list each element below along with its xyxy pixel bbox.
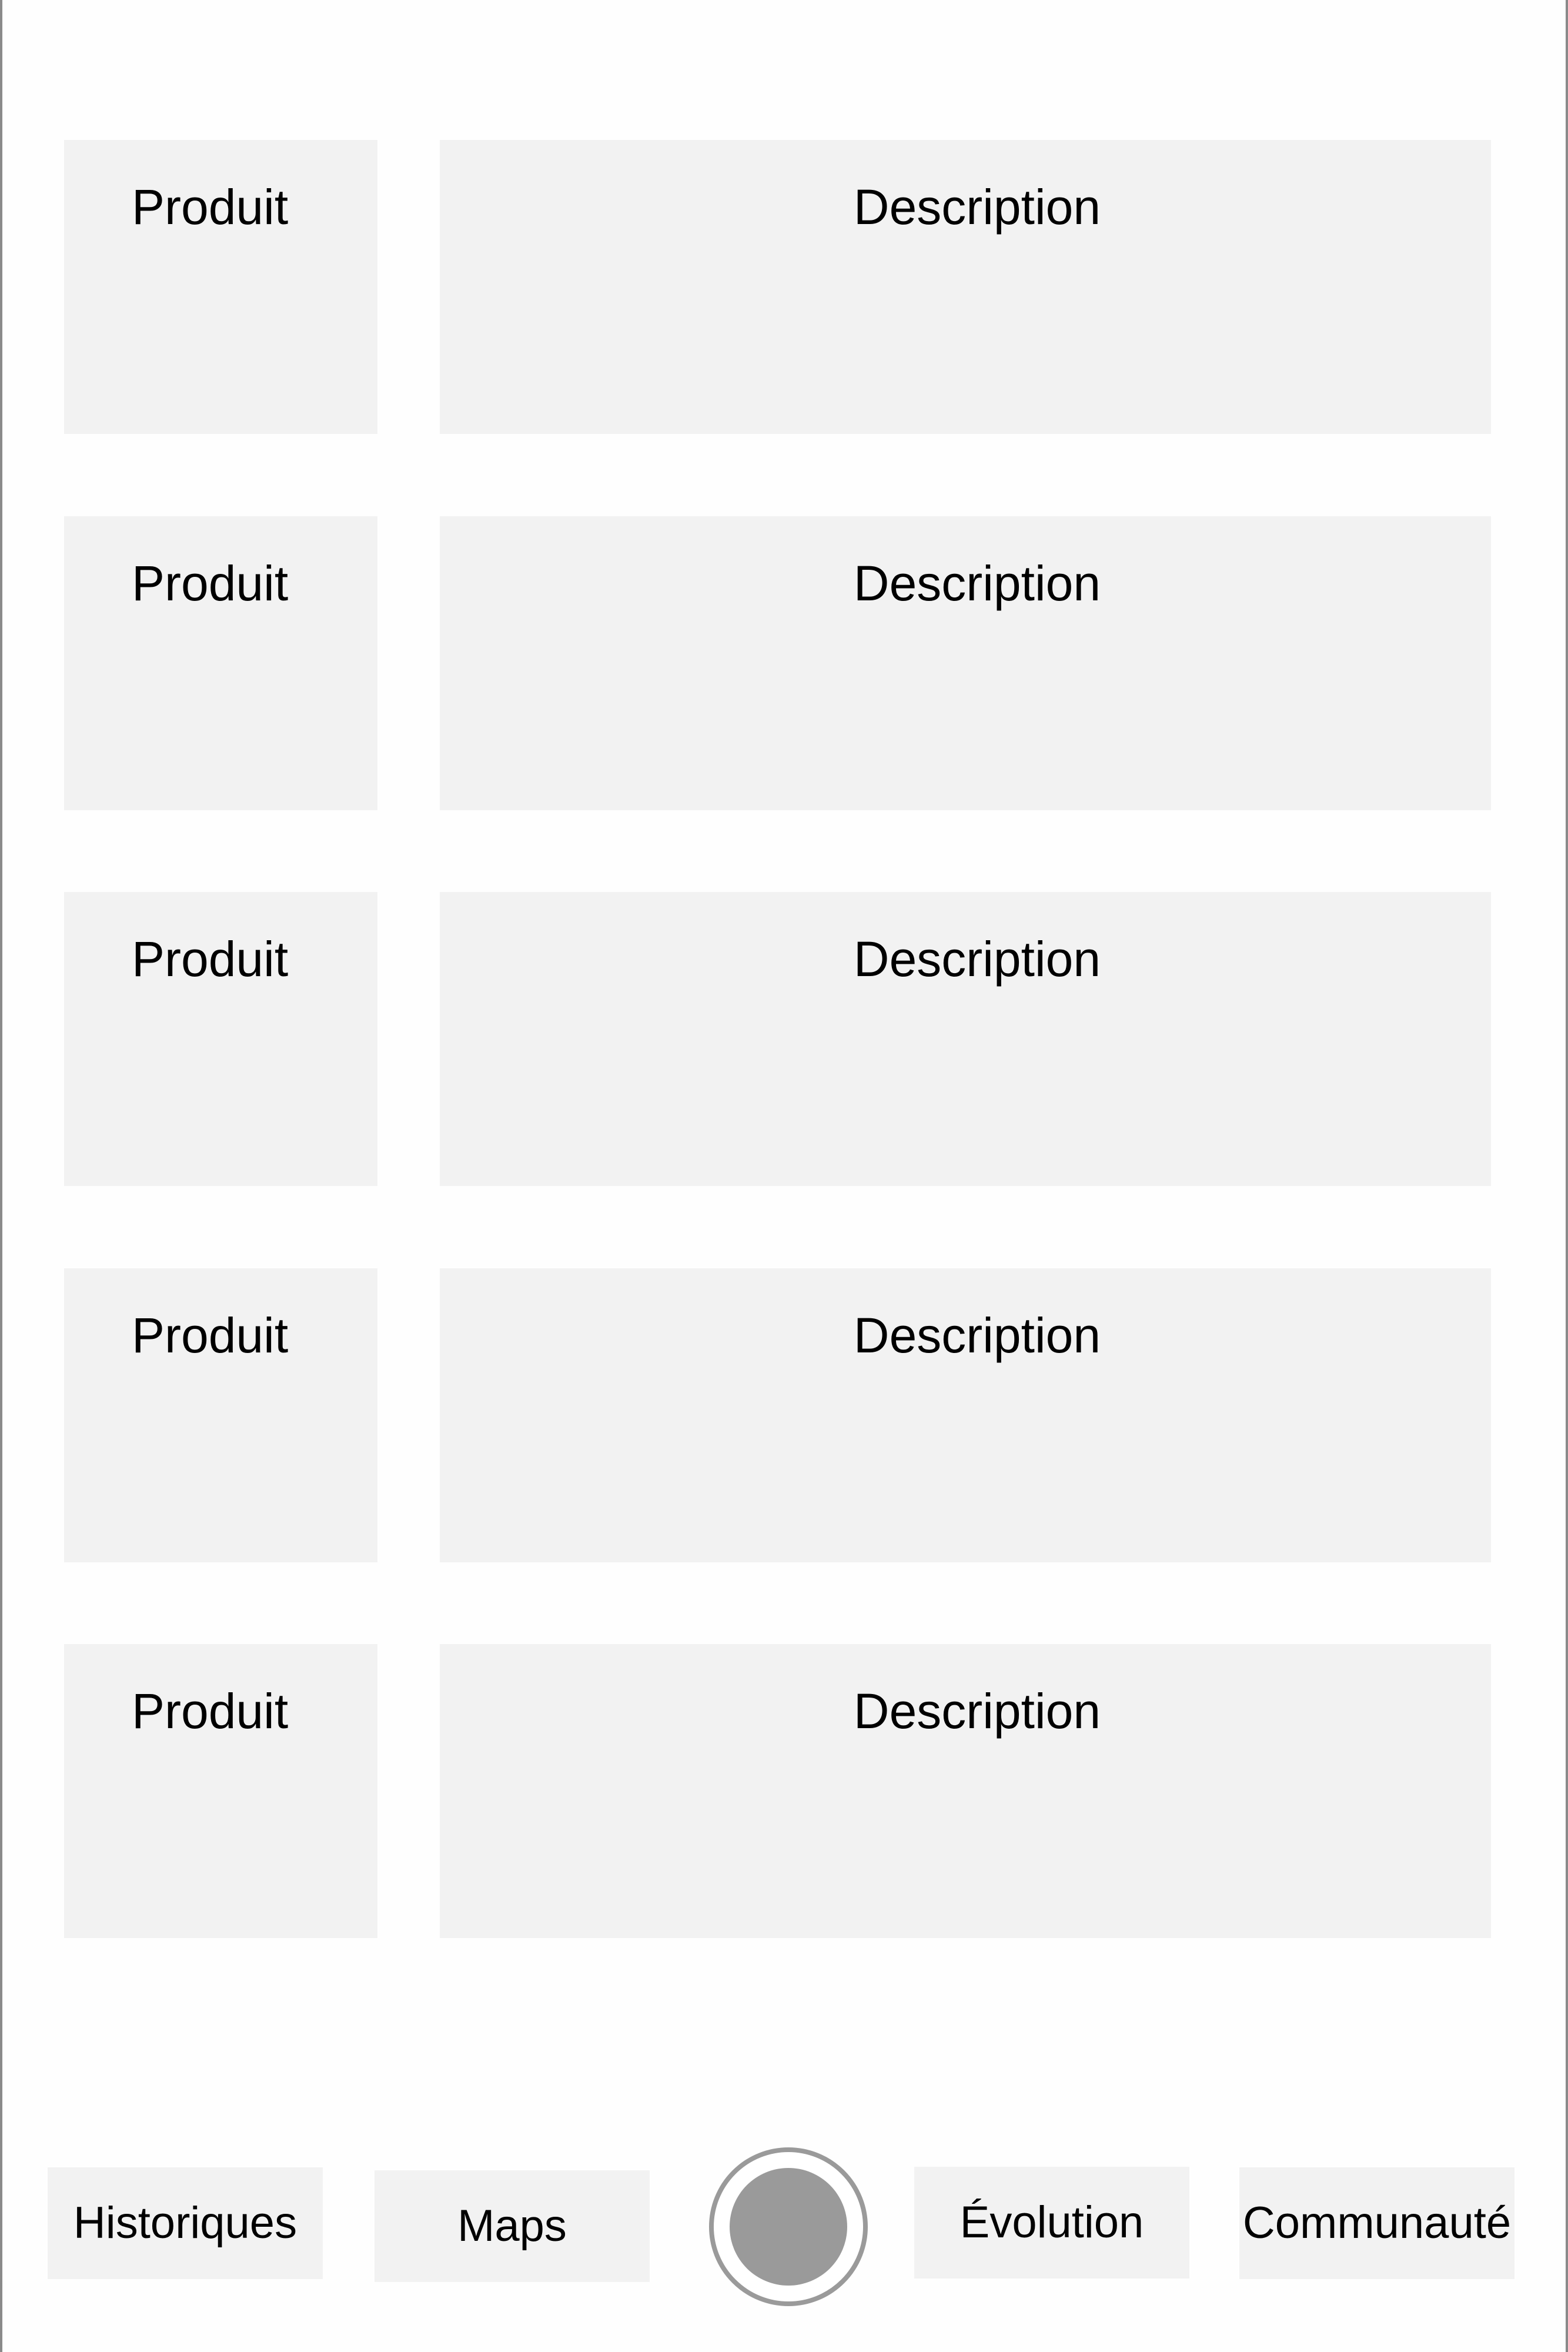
nav-maps-label: Maps: [457, 2201, 567, 2251]
product-label: Produit: [132, 179, 289, 235]
description-cell[interactable]: Description: [440, 140, 1491, 434]
product-label: Produit: [132, 1308, 289, 1363]
description-label: Description: [853, 1308, 1101, 1363]
nav-historiques-label: Historiques: [73, 2198, 297, 2248]
nav-evolution-label: Évolution: [959, 2197, 1144, 2247]
description-label: Description: [853, 931, 1101, 987]
app-frame: Produit Description Produit Description …: [0, 0, 1568, 2352]
product-cell[interactable]: Produit: [64, 1644, 377, 1938]
nav-evolution-button[interactable]: Évolution: [914, 2167, 1189, 2278]
description-cell[interactable]: Description: [440, 1644, 1491, 1938]
record-button[interactable]: [709, 2147, 868, 2306]
product-row: Produit Description: [2, 1644, 1568, 1938]
record-circle-icon: [730, 2168, 847, 2286]
product-cell[interactable]: Produit: [64, 140, 377, 434]
description-cell[interactable]: Description: [440, 892, 1491, 1186]
nav-historiques-button[interactable]: Historiques: [48, 2167, 323, 2279]
product-row: Produit Description: [2, 892, 1568, 1186]
product-row: Produit Description: [2, 516, 1568, 810]
bottom-nav: Historiques Maps Évolution Communauté: [2, 2140, 1568, 2317]
product-cell[interactable]: Produit: [64, 1268, 377, 1562]
description-label: Description: [853, 556, 1101, 611]
product-row: Produit Description: [2, 1268, 1568, 1562]
nav-communaute-label: Communauté: [1242, 2198, 1512, 2248]
product-row: Produit Description: [2, 140, 1568, 434]
description-cell[interactable]: Description: [440, 516, 1491, 810]
nav-maps-button[interactable]: Maps: [375, 2170, 650, 2282]
product-label: Produit: [132, 556, 289, 611]
product-cell[interactable]: Produit: [64, 516, 377, 810]
product-label: Produit: [132, 931, 289, 987]
description-label: Description: [853, 179, 1101, 235]
description-cell[interactable]: Description: [440, 1268, 1491, 1562]
nav-communaute-button[interactable]: Communauté: [1239, 2167, 1514, 2279]
description-label: Description: [853, 1683, 1101, 1739]
product-label: Produit: [132, 1683, 289, 1739]
product-cell[interactable]: Produit: [64, 892, 377, 1186]
